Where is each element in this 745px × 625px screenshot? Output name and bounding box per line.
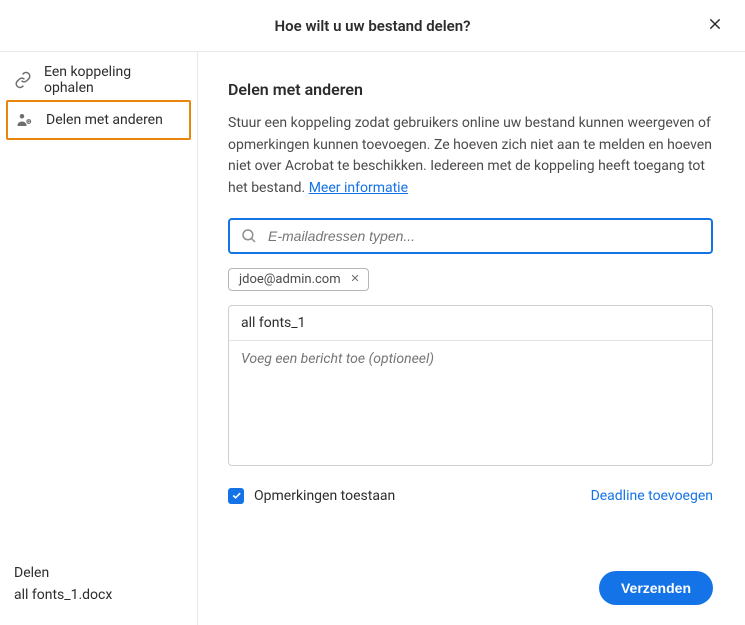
email-input[interactable] [268,228,701,244]
chip-email: jdoe@admin.com [239,272,341,287]
main-description: Stuur een koppeling zodat gebruikers onl… [228,113,713,200]
allow-comments-control[interactable]: Opmerkingen toestaan [228,488,395,504]
sidebar-item-get-link[interactable]: Een koppeling ophalen [0,60,197,100]
more-info-link[interactable]: Meer informatie [309,180,408,196]
add-deadline-link[interactable]: Deadline toevoegen [591,488,713,504]
message-box: all fonts_1 [228,305,713,466]
search-icon [240,227,258,245]
main-panel: Delen met anderen Stuur een koppeling zo… [198,52,745,625]
check-icon [231,486,242,505]
sidebar-item-label: Delen met anderen [46,112,163,128]
footer: Verzenden [228,571,713,605]
email-input-container[interactable] [228,218,713,254]
dialog-header: Hoe wilt u uw bestand delen? [0,0,745,52]
sidebar-footer: Delen all fonts_1.docx [14,565,183,603]
email-chip: jdoe@admin.com [228,268,369,291]
main-title: Delen met anderen [228,80,713,99]
link-icon [14,71,32,89]
message-input[interactable] [229,341,712,461]
close-icon [707,16,723,35]
sidebar-footer-filename: all fonts_1.docx [14,587,183,603]
send-button[interactable]: Verzenden [599,571,713,605]
sidebar-footer-label: Delen [14,565,183,581]
allow-comments-checkbox[interactable] [228,488,244,504]
chip-remove-button[interactable] [348,272,362,286]
description-text: Stuur een koppeling zodat gebruikers onl… [228,115,712,196]
people-plus-icon [16,111,34,129]
sidebar: Een koppeling ophalen Delen met anderen … [0,52,198,625]
attached-filename: all fonts_1 [229,306,712,341]
allow-comments-label: Opmerkingen toestaan [254,488,395,504]
options-row: Opmerkingen toestaan Deadline toevoegen [228,488,713,504]
sidebar-item-label: Een koppeling ophalen [44,64,183,96]
close-button[interactable] [703,13,727,37]
dialog-title: Hoe wilt u uw bestand delen? [275,17,471,35]
sidebar-item-share-others[interactable]: Delen met anderen [6,100,191,140]
close-icon [350,272,360,287]
